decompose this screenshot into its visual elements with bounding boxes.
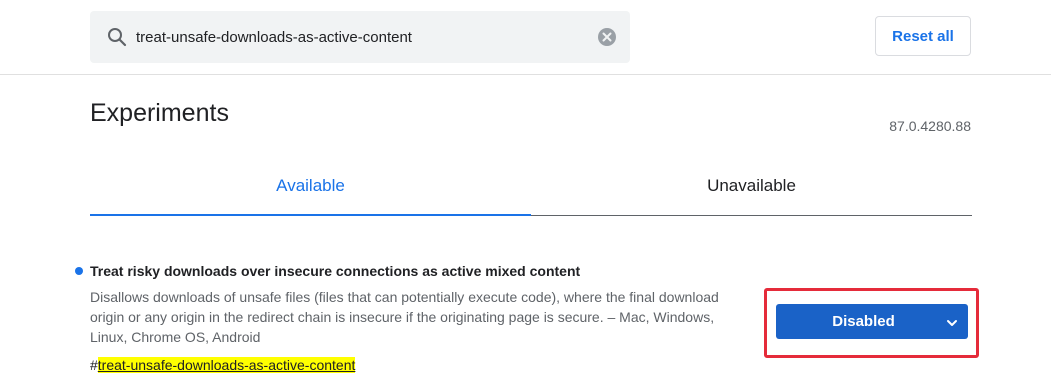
version-label: 87.0.4280.88 [889,118,971,134]
reset-all-button[interactable]: Reset all [875,16,971,56]
clear-icon[interactable] [598,28,616,46]
experiment-description: Disallows downloads of unsafe files (fil… [90,289,719,345]
search-input[interactable]: treat-unsafe-downloads-as-active-content [136,29,412,46]
tab-available[interactable]: Available [90,160,531,216]
experiment-status-dot [75,267,83,275]
flags-page: treat-unsafe-downloads-as-active-content… [0,0,1051,376]
select-value: Disabled [832,313,895,330]
chevron-down-icon [946,316,958,328]
header-divider [0,74,1051,75]
permalink-hash: # [90,357,98,373]
experiment-state-select[interactable]: Disabled [776,304,968,339]
tab-unavailable[interactable]: Unavailable [531,160,972,216]
page-title: Experiments [90,99,229,127]
experiment-title: Treat risky downloads over insecure conn… [90,263,581,279]
search-icon [107,27,127,47]
tab-bar: Available Unavailable [90,160,972,216]
experiment-permalink: #treat-unsafe-downloads-as-active-conten… [90,357,356,373]
search-box[interactable]: treat-unsafe-downloads-as-active-content [90,11,630,63]
experiment-link[interactable]: treat-unsafe-downloads-as-active-content [97,357,356,373]
